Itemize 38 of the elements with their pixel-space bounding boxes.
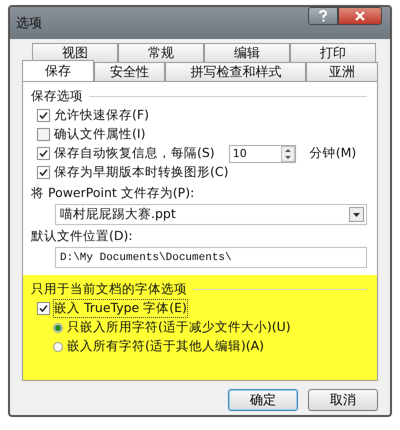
field-label: 默认文件位置(D):: [30, 228, 134, 245]
tab[interactable]: 打印: [290, 43, 376, 62]
checkbox-label: 保存为早期版本时转换图形(C): [54, 164, 228, 181]
checkbox[interactable]: [37, 128, 50, 141]
checkbox[interactable]: [37, 302, 50, 315]
spin-field[interactable]: 10: [228, 144, 296, 162]
tab[interactable]: 拼写检查和样式: [165, 62, 306, 81]
radio-button[interactable]: [53, 322, 63, 332]
spin-arrows-icon[interactable]: [280, 146, 295, 162]
unit-label: 分钟(M): [310, 145, 356, 162]
tab[interactable]: 常规: [118, 43, 204, 62]
format-dropdown[interactable]: 喵村屁屁踢大赛.ppt: [55, 204, 367, 225]
tab[interactable]: 视图: [32, 43, 118, 62]
radio-label: 只嵌入所用字符(适于减少文件大小)(U): [67, 319, 291, 336]
close-button[interactable]: [338, 7, 382, 25]
field-label: 将 PowerPoint 文件存为(P):: [30, 185, 196, 202]
checkbox-label: 嵌入 TrueType 字体(E): [54, 300, 187, 317]
checkbox-label: 允许快速保存(F): [54, 107, 149, 124]
tab[interactable]: 安全性: [94, 62, 166, 81]
tab[interactable]: 编辑: [204, 43, 290, 62]
window-title: 选项: [16, 15, 42, 32]
help-button[interactable]: [308, 7, 338, 25]
tab[interactable]: 保存: [22, 60, 94, 81]
dialog-button[interactable]: 取消: [308, 389, 378, 411]
group-title: 只用于当前文档的字体选项: [31, 280, 187, 298]
radio-label: 嵌入所有字符(适于其他人编辑)(A): [67, 338, 264, 355]
checkbox-label: 确认文件属性(I): [54, 126, 146, 143]
help-icon: [318, 10, 328, 22]
close-icon: [355, 11, 365, 21]
group-title: 保存选项: [31, 88, 83, 104]
checkbox[interactable]: [37, 166, 50, 179]
dialog-button[interactable]: 确定: [228, 389, 298, 411]
checkbox-label: 保存自动恢复信息，每隔(S): [54, 145, 215, 162]
tab[interactable]: 亚洲: [306, 62, 378, 81]
location-field[interactable]: D:\My Documents\Documents\: [55, 247, 367, 268]
radio-button[interactable]: [53, 342, 63, 352]
checkbox[interactable]: [37, 109, 50, 122]
checkbox[interactable]: [37, 147, 50, 160]
